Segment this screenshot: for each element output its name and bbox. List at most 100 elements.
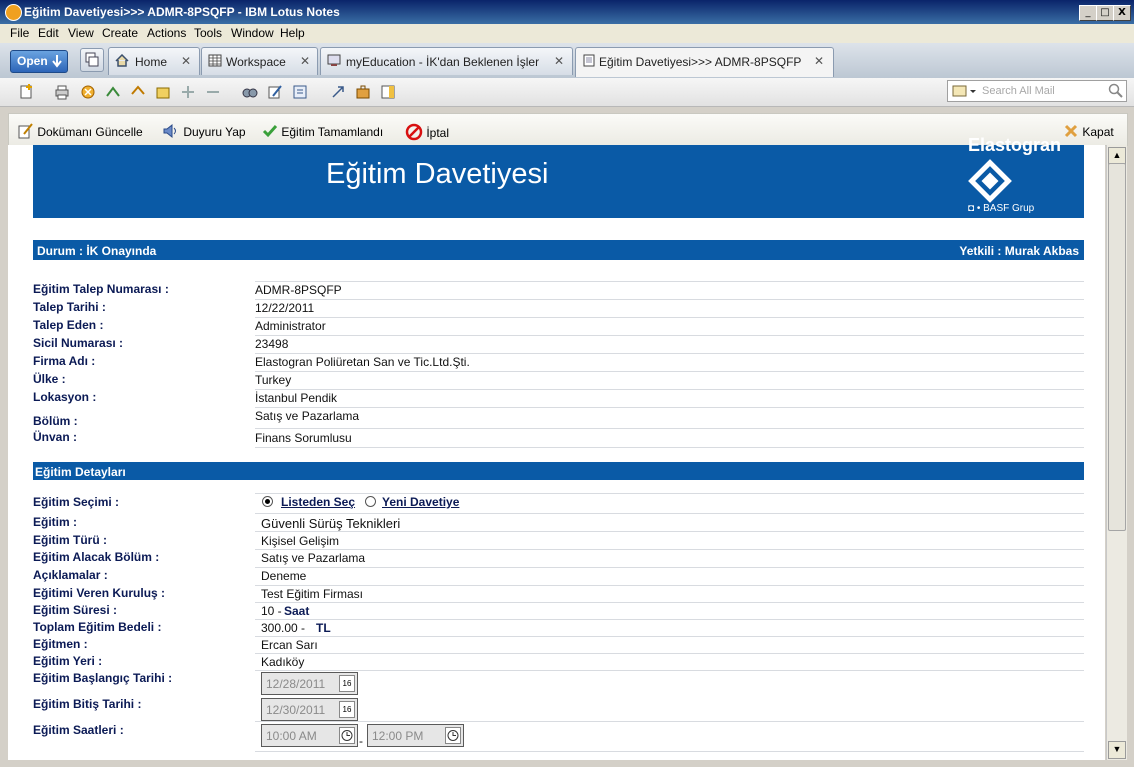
clock-icon[interactable] (339, 727, 355, 744)
print-icon[interactable] (54, 84, 70, 100)
close-icon[interactable]: ✕ (814, 54, 824, 68)
minus-icon[interactable] (205, 84, 221, 100)
menu-edit[interactable]: Edit (38, 26, 59, 40)
field-label: Eğitim Seçimi : (33, 495, 120, 509)
end-time-field[interactable]: 12:00 PM (367, 724, 464, 747)
new-invitation-option-label[interactable]: Yeni Davetiye (382, 495, 459, 509)
scroll-down-button[interactable]: ▼ (1108, 741, 1126, 759)
menu-file[interactable]: File (10, 26, 29, 40)
field-value: Ercan Sarı (261, 638, 318, 652)
briefcase-icon[interactable] (355, 84, 371, 100)
field-label: Eğitim Saatleri : (33, 723, 124, 737)
field-label: Eğitim Alacak Bölüm : (33, 550, 160, 564)
field-label: Eğitimi Veren Kuruluş : (33, 586, 166, 600)
divider (255, 585, 1084, 586)
update-document-button[interactable]: Dokümanı Güncelle (18, 123, 143, 139)
training-complete-label: Eğitim Tamamlandı (281, 125, 384, 139)
divider (255, 602, 1084, 603)
announce-button[interactable]: Duyuru Yap (162, 123, 246, 139)
logo-text: Elastogran (968, 135, 1062, 155)
search-input[interactable]: Search All Mail (982, 85, 1055, 97)
lotus-notes-icon (5, 4, 22, 21)
workspace-icon (208, 54, 222, 67)
menu-tools[interactable]: Tools (194, 26, 222, 40)
close-icon[interactable]: ✕ (554, 54, 564, 68)
basf-logo-text: ◘ • BASF Grup (968, 203, 1035, 214)
cancel-training-button[interactable]: İptal (405, 123, 449, 141)
header-banner: Eğitim Davetiyesi Elastogran ◘ • BASF Gr… (33, 135, 1084, 218)
field-value: Finans Sorumlusu (255, 431, 352, 445)
edit-document-icon (18, 123, 33, 139)
reply-icon[interactable] (130, 84, 146, 100)
divider (255, 428, 1084, 429)
menu-window[interactable]: Window (231, 26, 274, 40)
field-value: Satış ve Pazarlama (255, 409, 360, 423)
close-icon[interactable]: ✕ (181, 54, 191, 68)
scrollbar-thumb[interactable] (1108, 163, 1126, 531)
calendar-icon[interactable]: 16 (339, 701, 355, 718)
search-icon[interactable] (1108, 83, 1124, 99)
start-date-field[interactable]: 12/28/2011 16 (261, 672, 358, 695)
find-icon[interactable] (242, 84, 258, 100)
tab-egitim-davetiyesi[interactable]: Eğitim Davetiyesi>>> ADMR-8PSQFP ✕ (575, 47, 834, 77)
field-label: Eğitim Türü : (33, 533, 107, 547)
field-value: 23498 (255, 337, 289, 351)
field-label: Açıklamalar : (33, 568, 108, 582)
field-label: Eğitim Başlangıç Tarihi : (33, 671, 173, 685)
mail-search-scope-icon[interactable] (952, 83, 976, 99)
maximize-button[interactable]: □ (1096, 5, 1114, 21)
menu-help[interactable]: Help (280, 26, 305, 40)
close-window-button[interactable]: X (1113, 5, 1131, 21)
calendar-icon[interactable]: 16 (339, 675, 355, 692)
search-box[interactable]: Search All Mail (947, 80, 1127, 102)
field-value: ADMR-8PSQFP (255, 283, 342, 297)
field-label: Sicil Numarası : (33, 336, 124, 350)
field-value: 300.00 - (261, 621, 306, 635)
start-time-field[interactable]: 10:00 AM (261, 724, 358, 747)
clock-icon[interactable] (445, 727, 461, 744)
divider (255, 389, 1084, 390)
open-button[interactable]: Open (10, 50, 68, 73)
divider (255, 670, 1084, 671)
close-icon[interactable]: ✕ (300, 54, 310, 68)
radio-new-invitation[interactable] (365, 496, 376, 507)
properties-icon[interactable] (292, 84, 308, 100)
field-label: Eğitim Talep Numarası : (33, 282, 169, 296)
arrow-down-icon (52, 55, 62, 68)
stop-icon[interactable] (80, 84, 96, 100)
window-switcher-button[interactable] (80, 48, 104, 72)
update-document-label: Dokümanı Güncelle (37, 125, 143, 139)
minimize-button[interactable]: _ (1079, 5, 1097, 21)
tab-workspace[interactable]: Workspace ✕ (201, 47, 318, 75)
field-label: Lokasyon : (33, 390, 97, 404)
divider (255, 353, 1084, 354)
status-text: Durum : İK Onayında (37, 244, 157, 258)
menu-view[interactable]: View (68, 26, 94, 40)
page-title: Eğitim Davetiyesi (326, 158, 549, 190)
edit-icon[interactable] (267, 84, 283, 100)
tab-myeducation[interactable]: myEducation - İK'dan Beklenen İşler ✕ (320, 47, 573, 75)
start-time-value: 10:00 AM (266, 729, 317, 743)
new-document-icon[interactable] (18, 84, 34, 100)
tab-home[interactable]: Home ✕ (108, 47, 200, 75)
training-complete-button[interactable]: Eğitim Tamamlandı (262, 123, 383, 139)
menu-actions[interactable]: Actions (147, 26, 186, 40)
window-title: Eğitim Davetiyesi>>> ADMR-8PSQFP - IBM L… (24, 5, 340, 19)
field-value: İstanbul Pendik (255, 391, 338, 405)
end-date-field[interactable]: 12/30/2011 16 (261, 698, 358, 721)
speaker-icon (163, 123, 176, 139)
close-document-button[interactable]: Kapat (1063, 123, 1114, 139)
close-x-icon (1064, 124, 1078, 138)
menu-create[interactable]: Create (102, 26, 138, 40)
field-label: Eğitmen : (33, 637, 88, 651)
divider (255, 567, 1084, 568)
forward-icon[interactable] (105, 84, 121, 100)
divider (255, 493, 1084, 494)
add-icon[interactable] (180, 84, 196, 100)
from-list-option-label[interactable]: Listeden Seç (281, 495, 355, 509)
expand-icon[interactable] (330, 84, 346, 100)
preview-pane-icon[interactable] (380, 84, 396, 100)
move-icon[interactable] (155, 84, 171, 100)
radio-from-list[interactable] (262, 496, 273, 507)
field-value: Elastogran Poliüretan San ve Tic.Ltd.Şti… (255, 355, 470, 369)
